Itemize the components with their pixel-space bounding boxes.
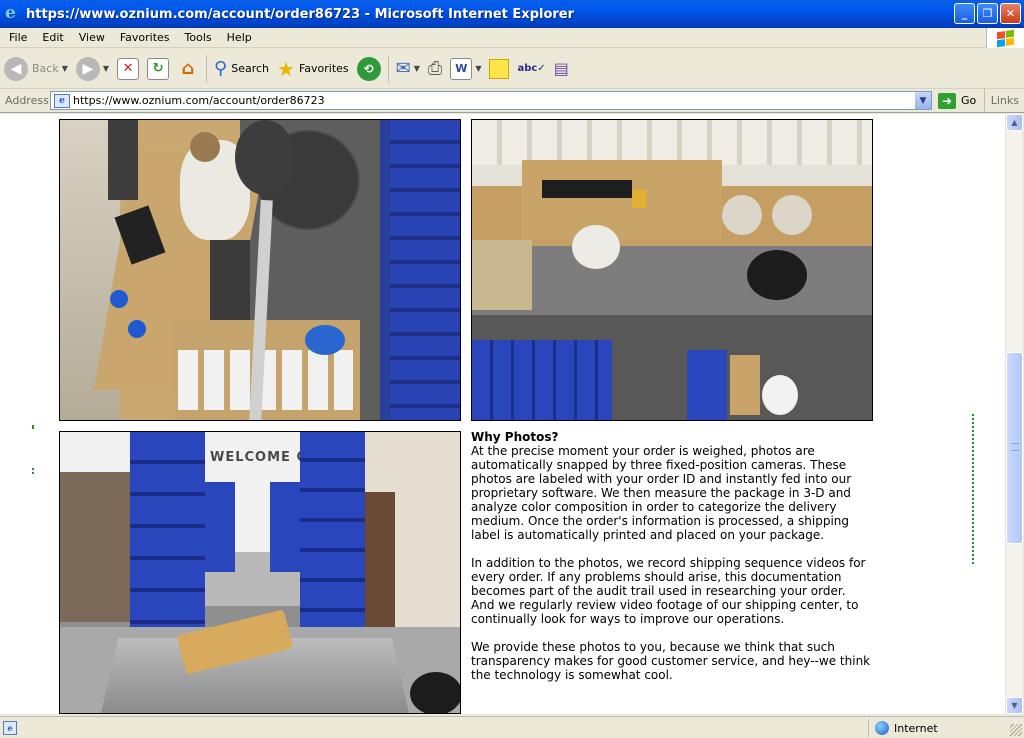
- shipping-photo-overhead: [59, 119, 461, 421]
- paragraph-3: We provide these photos to you, because …: [471, 640, 871, 682]
- scroll-thumb[interactable]: [1006, 352, 1023, 544]
- research-button[interactable]: ▤: [550, 52, 573, 86]
- toolbar-separator: [387, 54, 389, 83]
- windows-logo-icon: [986, 28, 1024, 48]
- back-label: Back: [32, 62, 59, 75]
- links-button[interactable]: Links: [983, 89, 1024, 112]
- spellcheck-button[interactable]: abc✓: [513, 52, 549, 86]
- shipping-photo-aisle: WELCOME Oznium: [59, 431, 461, 714]
- scroll-down-arrow-icon[interactable]: ▼: [1006, 697, 1023, 714]
- resize-grip-icon[interactable]: [1010, 724, 1022, 736]
- back-button[interactable]: ◀ Back ▼: [0, 52, 72, 86]
- refresh-button[interactable]: ↻: [143, 52, 173, 86]
- browser-window: e https://www.oznium.com/account/order86…: [0, 0, 1024, 738]
- internet-explorer-icon: e: [5, 3, 16, 23]
- mail-dropdown-icon[interactable]: ▼: [414, 64, 420, 73]
- toolbar-separator: [206, 54, 208, 83]
- left-dotted-marker: [32, 425, 34, 429]
- menu-help[interactable]: Help: [218, 31, 258, 44]
- go-button[interactable]: ➜ Go: [938, 92, 977, 109]
- mail-icon: ✉: [395, 58, 411, 79]
- standard-toolbar: ◀ Back ▼ ▶ ▼ ✕ ↻ ⌂ ⚲ Search ★ Favorites …: [0, 49, 1024, 89]
- menu-edit[interactable]: Edit: [33, 31, 69, 44]
- favorites-button[interactable]: ★ Favorites: [273, 52, 353, 86]
- search-label: Search: [231, 62, 270, 75]
- refresh-icon: ↻: [147, 57, 170, 80]
- window-title: https://www.oznium.com/account/order8672…: [26, 6, 575, 22]
- menu-file[interactable]: File: [0, 31, 33, 44]
- menu-view[interactable]: View: [70, 31, 111, 44]
- word-edit-icon: W: [450, 57, 473, 80]
- print-button[interactable]: ⎙: [424, 52, 446, 86]
- url-input[interactable]: [73, 94, 893, 107]
- forward-button[interactable]: ▶ ▼: [72, 52, 113, 86]
- forward-arrow-icon: ▶: [75, 56, 100, 81]
- stop-button[interactable]: ✕: [113, 52, 143, 86]
- favorites-label: Favorites: [298, 62, 349, 75]
- menu-favorites[interactable]: Favorites: [111, 31, 176, 44]
- back-arrow-icon: ◀: [4, 56, 28, 81]
- go-arrow-icon: ➜: [938, 92, 956, 109]
- security-zone: Internet: [868, 719, 938, 737]
- research-books-icon: ▤: [553, 59, 569, 78]
- page-icon: e: [54, 93, 70, 108]
- history-icon: ⟲: [356, 56, 381, 81]
- close-button[interactable]: ✕: [1000, 3, 1021, 24]
- history-button[interactable]: ⟲: [353, 52, 385, 86]
- spellcheck-icon: abc✓: [517, 63, 546, 74]
- address-field[interactable]: e ▼: [50, 91, 932, 110]
- globe-icon: [875, 721, 889, 735]
- edit-button[interactable]: W ▼: [446, 52, 485, 86]
- home-button[interactable]: ⌂: [173, 52, 203, 86]
- address-bar: Address e ▼ ➜ Go Links: [0, 89, 1024, 113]
- zone-label: Internet: [894, 721, 938, 735]
- paragraph-1: At the precise moment your order is weig…: [471, 444, 852, 542]
- paragraph-2: In addition to the photos, we record shi…: [471, 556, 866, 626]
- scroll-up-arrow-icon[interactable]: ▲: [1006, 114, 1023, 131]
- links-label: Links: [990, 94, 1019, 107]
- vertical-scrollbar[interactable]: ▲ ▼: [1005, 114, 1023, 714]
- sticky-note-icon: [489, 58, 510, 79]
- forward-dropdown-icon[interactable]: ▼: [103, 64, 109, 73]
- menu-bar: File Edit View Favorites Tools Help: [0, 28, 1024, 48]
- address-dropdown-icon[interactable]: ▼: [914, 92, 931, 109]
- back-dropdown-icon[interactable]: ▼: [62, 64, 68, 73]
- title-bar[interactable]: e https://www.oznium.com/account/order86…: [0, 0, 1024, 28]
- left-dotted-marker: [32, 468, 34, 474]
- star-icon: ★: [277, 56, 295, 81]
- right-dotted-rule: [972, 414, 974, 564]
- note-button[interactable]: [485, 52, 513, 86]
- edit-dropdown-icon[interactable]: ▼: [475, 64, 481, 73]
- mail-button[interactable]: ✉ ▼: [392, 52, 424, 86]
- stop-icon: ✕: [117, 57, 140, 80]
- menu-tools[interactable]: Tools: [176, 31, 218, 44]
- home-icon: ⌂: [181, 58, 195, 79]
- section-heading: Why Photos?: [471, 430, 559, 444]
- minimize-button[interactable]: _: [954, 3, 975, 24]
- printer-icon: ⎙: [427, 58, 443, 79]
- maximize-button[interactable]: ❐: [977, 3, 998, 24]
- status-bar: e Internet: [0, 716, 1024, 738]
- search-button[interactable]: ⚲ Search: [210, 52, 273, 86]
- search-icon: ⚲: [214, 58, 228, 79]
- page-status-icon: e: [3, 720, 17, 735]
- go-label: Go: [961, 94, 977, 107]
- address-label: Address: [5, 94, 49, 107]
- why-photos-section: Why Photos? At the precise moment your o…: [471, 430, 871, 696]
- page-content: WELCOME Oznium Why Photos? At the precis…: [0, 114, 1005, 714]
- shipping-photo-topdown: [471, 119, 873, 421]
